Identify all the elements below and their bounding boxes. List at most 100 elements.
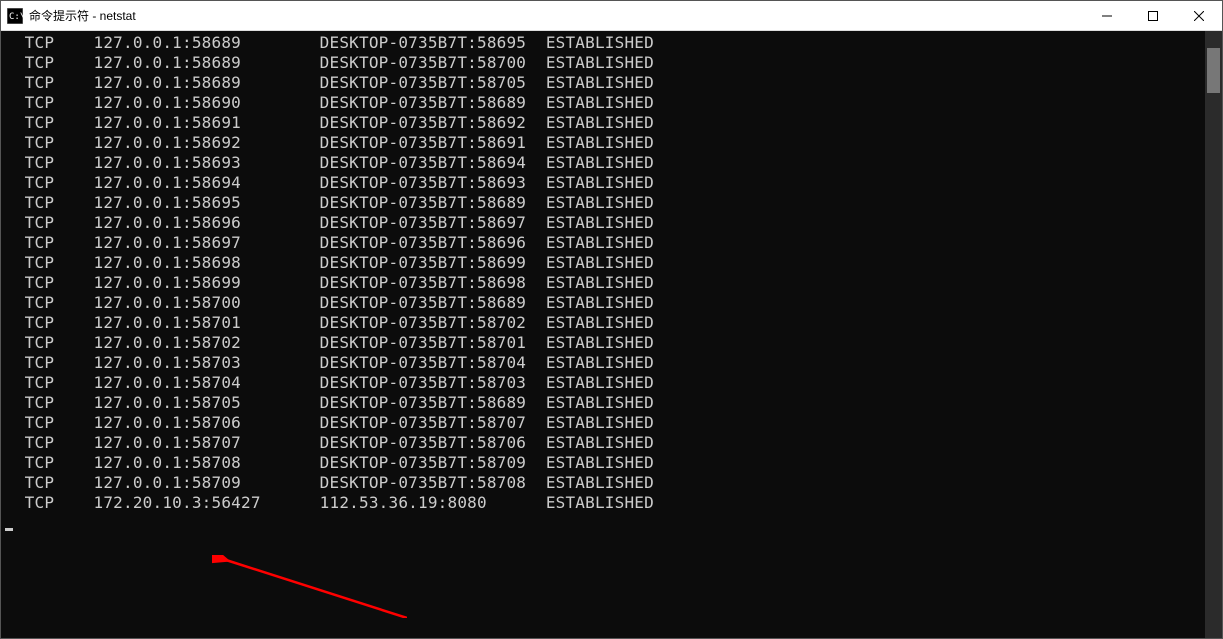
proto-cell: TCP: [5, 333, 94, 352]
remote-address-cell: DESKTOP-0735B7T:58701: [320, 333, 546, 352]
local-address-cell: 127.0.0.1:58689: [94, 53, 320, 72]
proto-cell: TCP: [5, 373, 94, 392]
proto-cell: TCP: [5, 233, 94, 252]
local-address-cell: 127.0.0.1:58692: [94, 133, 320, 152]
table-row: TCP 127.0.0.1:58691 DESKTOP-0735B7T:5869…: [5, 113, 1201, 133]
state-cell: ESTABLISHED: [546, 213, 654, 232]
proto-cell: TCP: [5, 353, 94, 372]
local-address-cell: 127.0.0.1:58690: [94, 93, 320, 112]
local-address-cell: 127.0.0.1:58693: [94, 153, 320, 172]
local-address-cell: 127.0.0.1:58694: [94, 173, 320, 192]
local-address-cell: 127.0.0.1:58689: [94, 33, 320, 52]
state-cell: ESTABLISHED: [546, 133, 654, 152]
table-row: TCP 127.0.0.1:58704 DESKTOP-0735B7T:5870…: [5, 373, 1201, 393]
window-title: 命令提示符 - netstat: [29, 7, 1084, 24]
table-row: TCP 172.20.10.3:56427 112.53.36.19:8080 …: [5, 493, 1201, 513]
remote-address-cell: DESKTOP-0735B7T:58694: [320, 153, 546, 172]
state-cell: ESTABLISHED: [546, 293, 654, 312]
state-cell: ESTABLISHED: [546, 393, 654, 412]
cursor: [5, 528, 13, 531]
state-cell: ESTABLISHED: [546, 153, 654, 172]
proto-cell: TCP: [5, 193, 94, 212]
remote-address-cell: DESKTOP-0735B7T:58691: [320, 133, 546, 152]
state-cell: ESTABLISHED: [546, 193, 654, 212]
svg-text:C:\: C:\: [9, 12, 23, 22]
proto-cell: TCP: [5, 253, 94, 272]
remote-address-cell: DESKTOP-0735B7T:58692: [320, 113, 546, 132]
table-row: TCP 127.0.0.1:58689 DESKTOP-0735B7T:5870…: [5, 73, 1201, 93]
remote-address-cell: DESKTOP-0735B7T:58689: [320, 93, 546, 112]
local-address-cell: 127.0.0.1:58709: [94, 473, 320, 492]
table-row: TCP 127.0.0.1:58702 DESKTOP-0735B7T:5870…: [5, 333, 1201, 353]
remote-address-cell: DESKTOP-0735B7T:58695: [320, 33, 546, 52]
state-cell: ESTABLISHED: [546, 333, 654, 352]
proto-cell: TCP: [5, 153, 94, 172]
state-cell: ESTABLISHED: [546, 53, 654, 72]
table-row: TCP 127.0.0.1:58705 DESKTOP-0735B7T:5868…: [5, 393, 1201, 413]
state-cell: ESTABLISHED: [546, 453, 654, 472]
table-row: TCP 127.0.0.1:58693 DESKTOP-0735B7T:5869…: [5, 153, 1201, 173]
remote-address-cell: DESKTOP-0735B7T:58697: [320, 213, 546, 232]
local-address-cell: 127.0.0.1:58698: [94, 253, 320, 272]
local-address-cell: 127.0.0.1:58699: [94, 273, 320, 292]
table-row: TCP 127.0.0.1:58709 DESKTOP-0735B7T:5870…: [5, 473, 1201, 493]
state-cell: ESTABLISHED: [546, 173, 654, 192]
close-button[interactable]: [1176, 1, 1222, 30]
proto-cell: TCP: [5, 113, 94, 132]
minimize-button[interactable]: [1084, 1, 1130, 30]
proto-cell: TCP: [5, 453, 94, 472]
state-cell: ESTABLISHED: [546, 33, 654, 52]
remote-address-cell: DESKTOP-0735B7T:58689: [320, 293, 546, 312]
table-row: TCP 127.0.0.1:58700 DESKTOP-0735B7T:5868…: [5, 293, 1201, 313]
window-controls: [1084, 1, 1222, 30]
remote-address-cell: DESKTOP-0735B7T:58709: [320, 453, 546, 472]
local-address-cell: 127.0.0.1:58708: [94, 453, 320, 472]
local-address-cell: 127.0.0.1:58707: [94, 433, 320, 452]
table-row: TCP 127.0.0.1:58697 DESKTOP-0735B7T:5869…: [5, 233, 1201, 253]
local-address-cell: 127.0.0.1:58695: [94, 193, 320, 212]
state-cell: ESTABLISHED: [546, 373, 654, 392]
remote-address-cell: DESKTOP-0735B7T:58693: [320, 173, 546, 192]
remote-address-cell: 112.53.36.19:8080: [320, 493, 546, 512]
maximize-button[interactable]: [1130, 1, 1176, 30]
scrollbar-thumb[interactable]: [1207, 48, 1220, 93]
proto-cell: TCP: [5, 293, 94, 312]
cmd-window: C:\ 命令提示符 - netstat TCP 127.0.0.1:58689 …: [0, 0, 1223, 639]
state-cell: ESTABLISHED: [546, 353, 654, 372]
titlebar[interactable]: C:\ 命令提示符 - netstat: [1, 1, 1222, 31]
proto-cell: TCP: [5, 313, 94, 332]
proto-cell: TCP: [5, 413, 94, 432]
state-cell: ESTABLISHED: [546, 313, 654, 332]
table-row: TCP 127.0.0.1:58696 DESKTOP-0735B7T:5869…: [5, 213, 1201, 233]
local-address-cell: 127.0.0.1:58704: [94, 373, 320, 392]
local-address-cell: 127.0.0.1:58689: [94, 73, 320, 92]
proto-cell: TCP: [5, 273, 94, 292]
local-address-cell: 127.0.0.1:58705: [94, 393, 320, 412]
proto-cell: TCP: [5, 213, 94, 232]
remote-address-cell: DESKTOP-0735B7T:58702: [320, 313, 546, 332]
table-row: TCP 127.0.0.1:58708 DESKTOP-0735B7T:5870…: [5, 453, 1201, 473]
terminal-output[interactable]: TCP 127.0.0.1:58689 DESKTOP-0735B7T:5869…: [1, 31, 1205, 638]
table-row: TCP 127.0.0.1:58698 DESKTOP-0735B7T:5869…: [5, 253, 1201, 273]
vertical-scrollbar[interactable]: [1205, 31, 1222, 638]
terminal-container: TCP 127.0.0.1:58689 DESKTOP-0735B7T:5869…: [1, 31, 1222, 638]
cmd-icon: C:\: [7, 8, 23, 24]
proto-cell: TCP: [5, 73, 94, 92]
table-row: TCP 127.0.0.1:58689 DESKTOP-0735B7T:5870…: [5, 53, 1201, 73]
remote-address-cell: DESKTOP-0735B7T:58696: [320, 233, 546, 252]
remote-address-cell: DESKTOP-0735B7T:58689: [320, 393, 546, 412]
state-cell: ESTABLISHED: [546, 253, 654, 272]
state-cell: ESTABLISHED: [546, 493, 654, 512]
table-row: TCP 127.0.0.1:58689 DESKTOP-0735B7T:5869…: [5, 33, 1201, 53]
remote-address-cell: DESKTOP-0735B7T:58699: [320, 253, 546, 272]
local-address-cell: 127.0.0.1:58691: [94, 113, 320, 132]
local-address-cell: 127.0.0.1:58703: [94, 353, 320, 372]
local-address-cell: 127.0.0.1:58701: [94, 313, 320, 332]
remote-address-cell: DESKTOP-0735B7T:58689: [320, 193, 546, 212]
local-address-cell: 127.0.0.1:58696: [94, 213, 320, 232]
table-row: TCP 127.0.0.1:58695 DESKTOP-0735B7T:5868…: [5, 193, 1201, 213]
state-cell: ESTABLISHED: [546, 413, 654, 432]
table-row: TCP 127.0.0.1:58706 DESKTOP-0735B7T:5870…: [5, 413, 1201, 433]
table-row: TCP 127.0.0.1:58692 DESKTOP-0735B7T:5869…: [5, 133, 1201, 153]
proto-cell: TCP: [5, 393, 94, 412]
